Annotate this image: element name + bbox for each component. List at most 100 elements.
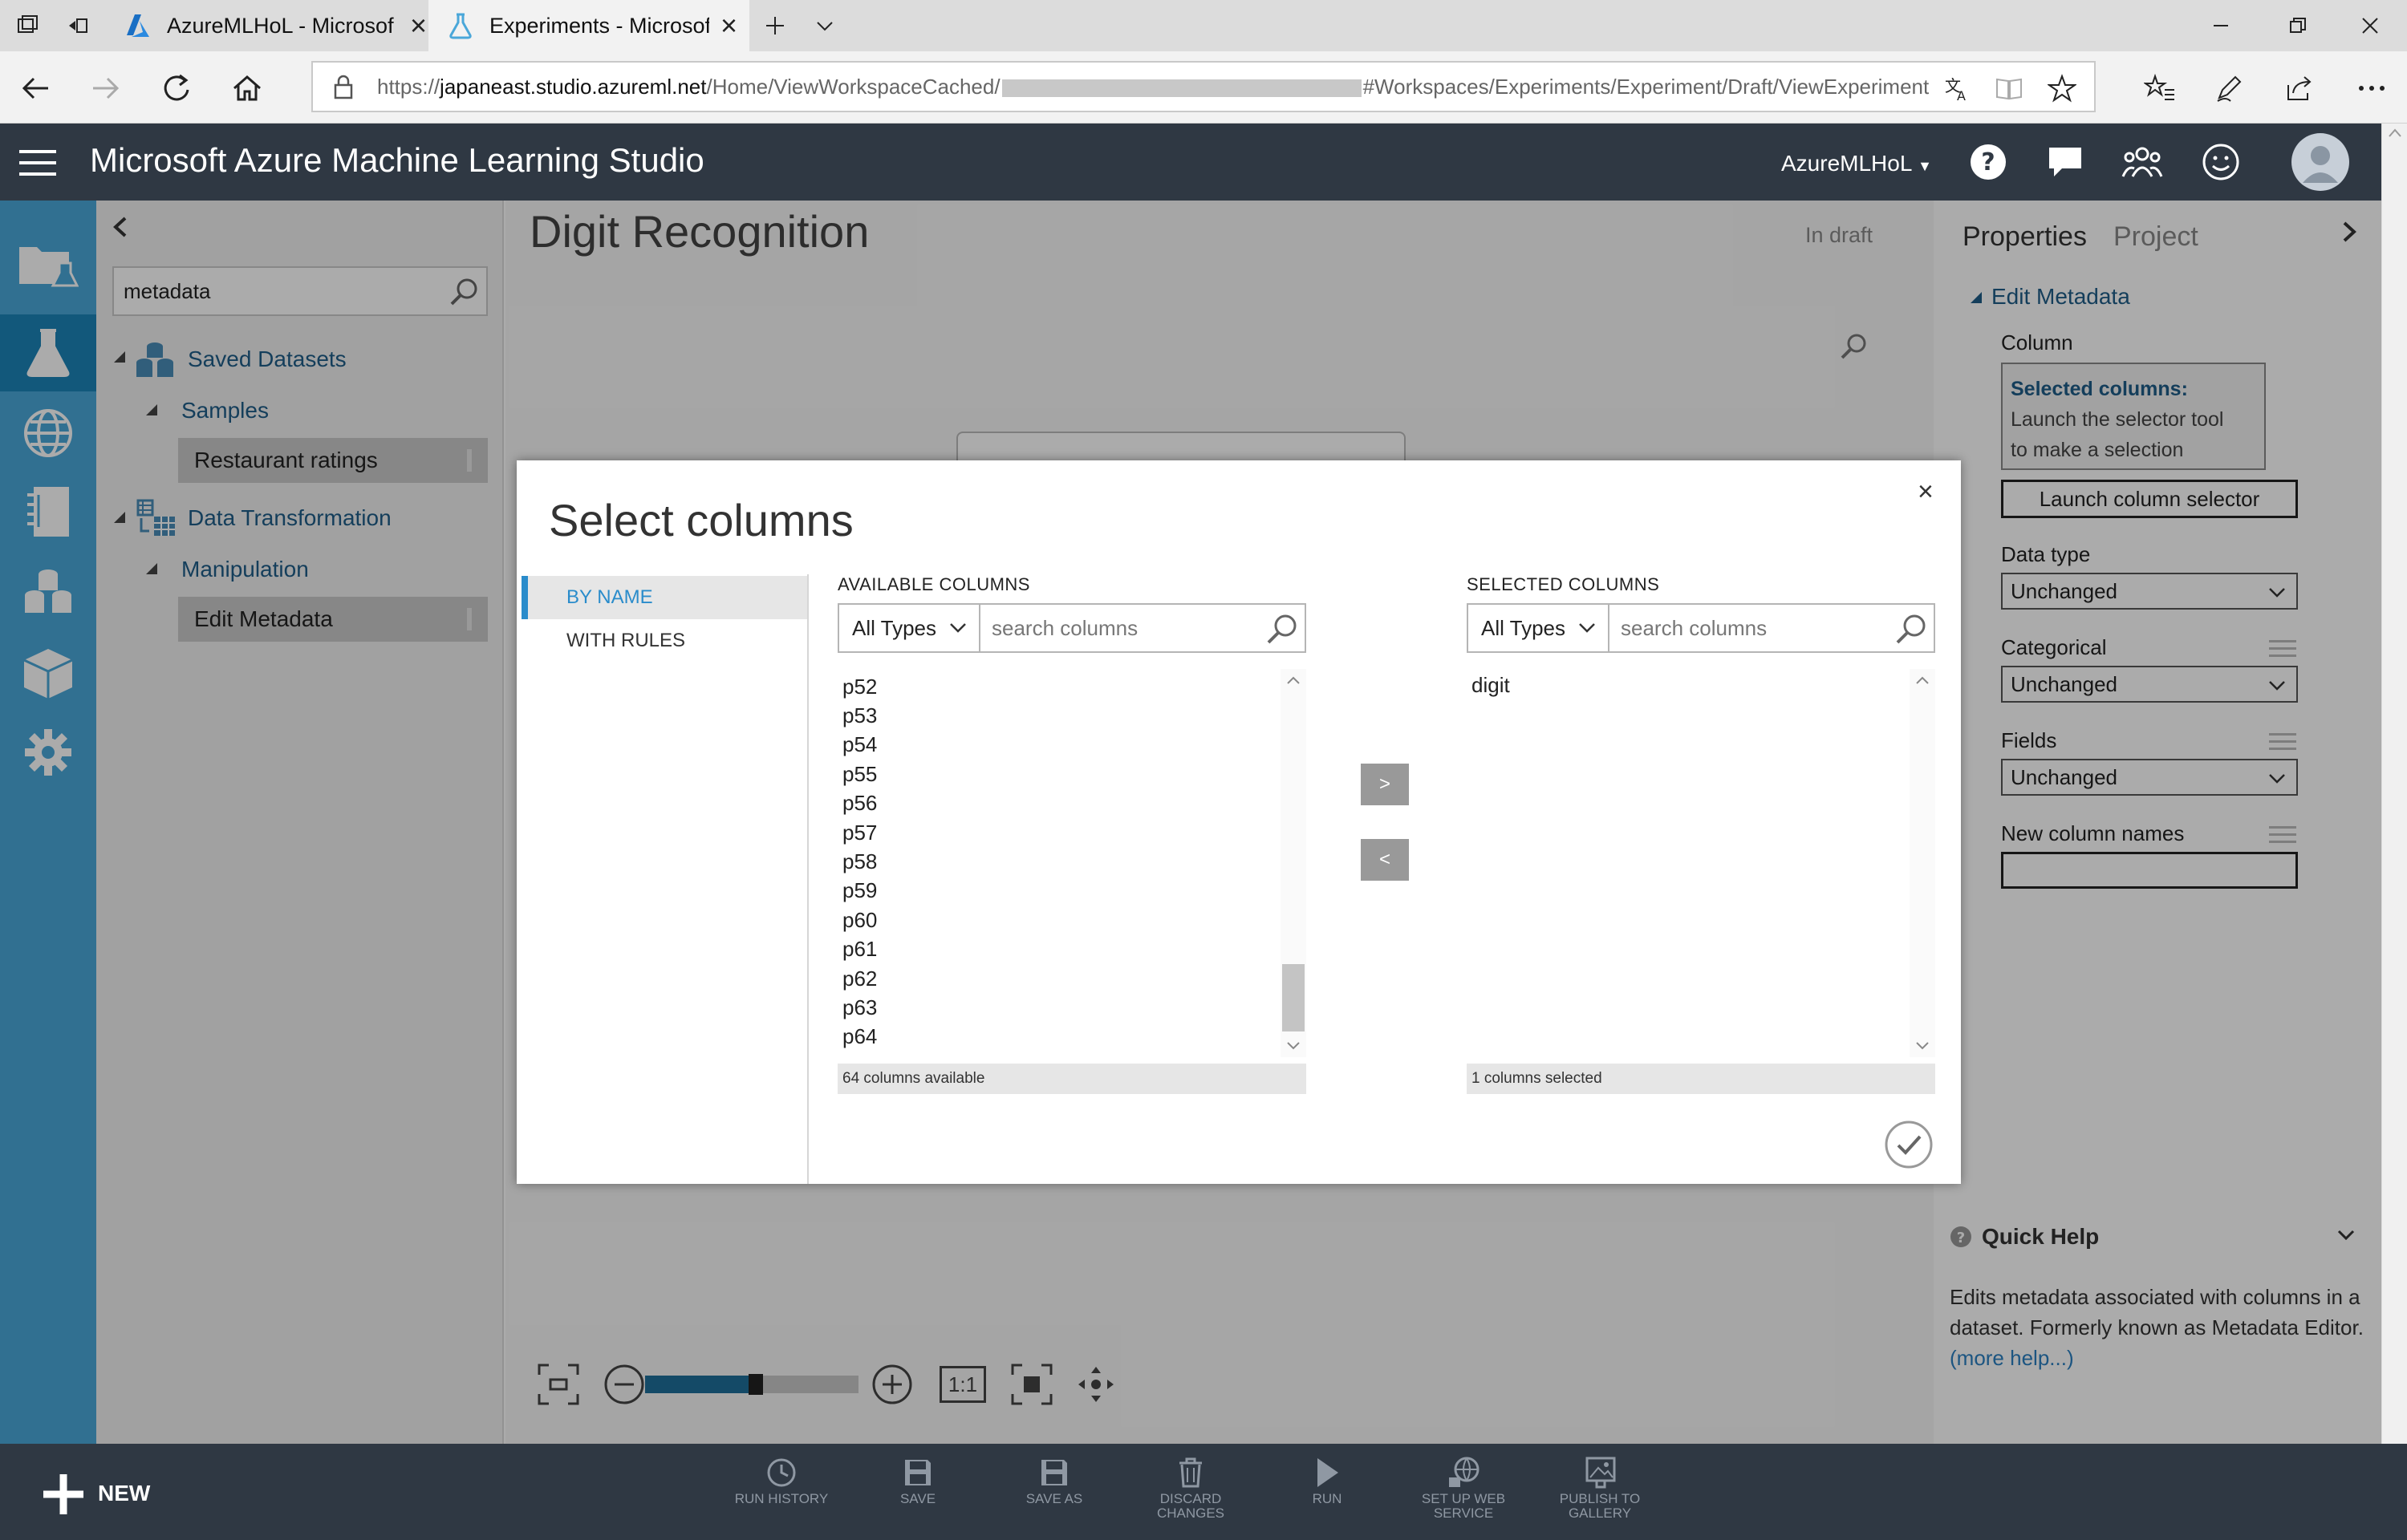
community-icon[interactable] xyxy=(2120,140,2165,184)
reading-view-icon[interactable] xyxy=(1988,67,2030,109)
list-item[interactable]: p64 xyxy=(838,1023,1281,1052)
tab-azuremlhol[interactable]: AzureMLHoL - Microsof × xyxy=(106,0,427,51)
action-label: PUBLISH TO GALLERY xyxy=(1559,1491,1641,1521)
scrollbar-thumb[interactable] xyxy=(1282,964,1305,1031)
tab-experiments[interactable]: Experiments - Microsoft × xyxy=(428,0,749,51)
publish-to-gallery-button[interactable]: PUBLISH TO GALLERY xyxy=(1544,1457,1656,1521)
available-columns-list[interactable]: p52 p53 p54 p55 p56 p57 p58 p59 p60 p61 … xyxy=(838,669,1281,1057)
set-aside-tabs-icon[interactable] xyxy=(56,0,98,51)
home-icon[interactable] xyxy=(226,67,268,109)
discard-changes-button[interactable]: DISCARD CHANGES xyxy=(1134,1457,1247,1521)
pen-notes-icon[interactable] xyxy=(2208,67,2250,109)
account-name: AzureMLHoL xyxy=(1781,151,1912,176)
search-icon[interactable] xyxy=(1266,613,1298,645)
set-up-web-service-button[interactable]: SET UP WEB SERVICE xyxy=(1407,1457,1520,1521)
search-icon[interactable] xyxy=(1895,613,1927,645)
run-button[interactable]: RUN xyxy=(1271,1457,1383,1506)
list-item[interactable]: p61 xyxy=(838,935,1281,964)
new-tab-icon[interactable] xyxy=(754,0,796,51)
favorite-star-icon[interactable] xyxy=(2041,67,2083,109)
favorites-hub-icon[interactable] xyxy=(2139,67,2181,109)
list-item[interactable]: p58 xyxy=(838,847,1281,876)
list-item[interactable]: p54 xyxy=(838,731,1281,760)
share-icon[interactable] xyxy=(2279,67,2320,109)
available-count: 64 columns available xyxy=(838,1064,1306,1094)
available-columns-header: AVAILABLE COLUMNS xyxy=(838,574,1030,594)
action-label: SAVE AS xyxy=(1025,1491,1083,1506)
run-history-button[interactable]: RUN HISTORY xyxy=(725,1457,838,1506)
trash-icon xyxy=(1179,1457,1202,1488)
list-item[interactable]: p63 xyxy=(838,993,1281,1022)
more-icon[interactable] xyxy=(2351,67,2393,109)
page-scrollbar[interactable] xyxy=(2381,124,2407,1444)
add-column-button[interactable]: > xyxy=(1361,764,1409,805)
search-placeholder: search columns xyxy=(1621,615,1768,640)
save-button[interactable]: SAVE xyxy=(862,1457,974,1506)
selected-count: 1 columns selected xyxy=(1467,1064,1935,1094)
save-as-icon xyxy=(1041,1460,1067,1485)
type-filter-value: All Types xyxy=(1481,615,1566,640)
smiley-feedback-icon[interactable] xyxy=(2198,140,2243,184)
url-input[interactable]: https://japaneast.studio.azureml.net/Hom… xyxy=(311,61,2096,112)
selected-list-scrollbar[interactable] xyxy=(1910,669,1935,1057)
lock-icon xyxy=(332,74,355,99)
tab-list-chevron-icon[interactable] xyxy=(804,0,846,51)
list-item[interactable]: digit xyxy=(1467,671,1910,699)
svg-text:A: A xyxy=(1957,88,1966,103)
selected-search-input[interactable]: search columns xyxy=(1608,603,1935,653)
close-dialog-icon[interactable]: × xyxy=(1918,476,1934,508)
tab-label: Experiments - Microsoft xyxy=(489,13,709,38)
azure-logo-icon xyxy=(124,11,152,40)
app-title: Microsoft Azure Machine Learning Studio xyxy=(90,141,704,179)
list-item[interactable]: p56 xyxy=(838,789,1281,818)
chevron-down-icon xyxy=(948,619,968,637)
type-filter-value: All Types xyxy=(852,615,937,640)
selection-mode-sidebar xyxy=(517,574,809,1184)
plus-icon[interactable] xyxy=(40,1471,87,1518)
available-list-scrollbar[interactable] xyxy=(1281,669,1306,1057)
restore-icon[interactable] xyxy=(2275,0,2320,51)
feedback-chat-icon[interactable] xyxy=(2043,140,2088,184)
selected-columns-header: SELECTED COLUMNS xyxy=(1467,574,1660,594)
dialog-title: Select columns xyxy=(549,495,854,545)
tab-by-name[interactable]: BY NAME xyxy=(522,576,807,619)
new-button[interactable]: NEW xyxy=(98,1481,150,1506)
list-item[interactable]: p52 xyxy=(838,672,1281,701)
remove-column-button[interactable]: < xyxy=(1361,839,1409,881)
action-label: SET UP WEB SERVICE xyxy=(1421,1491,1506,1521)
tab-with-rules[interactable]: WITH RULES xyxy=(522,619,807,663)
list-item[interactable]: p53 xyxy=(838,701,1281,730)
list-item[interactable]: p59 xyxy=(838,877,1281,906)
selected-columns-list[interactable]: digit xyxy=(1467,669,1910,1057)
caret-down-icon: ▼ xyxy=(1918,158,1932,174)
selected-type-filter[interactable]: All Types xyxy=(1467,603,1609,653)
close-tab-icon[interactable]: × xyxy=(720,9,737,43)
play-icon xyxy=(1317,1458,1338,1487)
back-icon[interactable] xyxy=(14,67,56,109)
url-text: https://japaneast.studio.azureml.net/Hom… xyxy=(377,74,1930,99)
list-item[interactable]: p60 xyxy=(838,906,1281,934)
minimize-icon[interactable] xyxy=(2198,0,2243,51)
ok-check-icon[interactable] xyxy=(1884,1120,1934,1169)
save-as-button[interactable]: SAVE AS xyxy=(998,1457,1110,1506)
help-icon[interactable]: ? xyxy=(1966,140,2011,184)
list-item[interactable]: p55 xyxy=(838,760,1281,788)
gallery-icon xyxy=(1585,1457,1616,1489)
available-search-input[interactable]: search columns xyxy=(979,603,1306,653)
refresh-icon[interactable] xyxy=(156,67,197,109)
avatar[interactable] xyxy=(2291,133,2349,191)
list-item[interactable]: p62 xyxy=(838,964,1281,993)
hamburger-menu-icon[interactable] xyxy=(18,149,58,176)
forward-icon[interactable] xyxy=(85,67,127,109)
close-window-icon[interactable] xyxy=(2348,0,2393,51)
tab-actions-icon[interactable] xyxy=(6,0,48,51)
chevron-down-icon xyxy=(1577,619,1597,637)
svg-text:?: ? xyxy=(1981,148,1995,176)
close-tab-icon[interactable]: × xyxy=(410,9,427,43)
list-item[interactable]: p57 xyxy=(838,818,1281,847)
available-type-filter[interactable]: All Types xyxy=(838,603,980,653)
account-switcher[interactable]: AzureMLHoL ▼ xyxy=(1781,151,1932,176)
web-service-icon xyxy=(1449,1457,1480,1487)
flask-icon xyxy=(446,11,475,40)
translate-icon[interactable]: 文A xyxy=(1937,67,1979,109)
